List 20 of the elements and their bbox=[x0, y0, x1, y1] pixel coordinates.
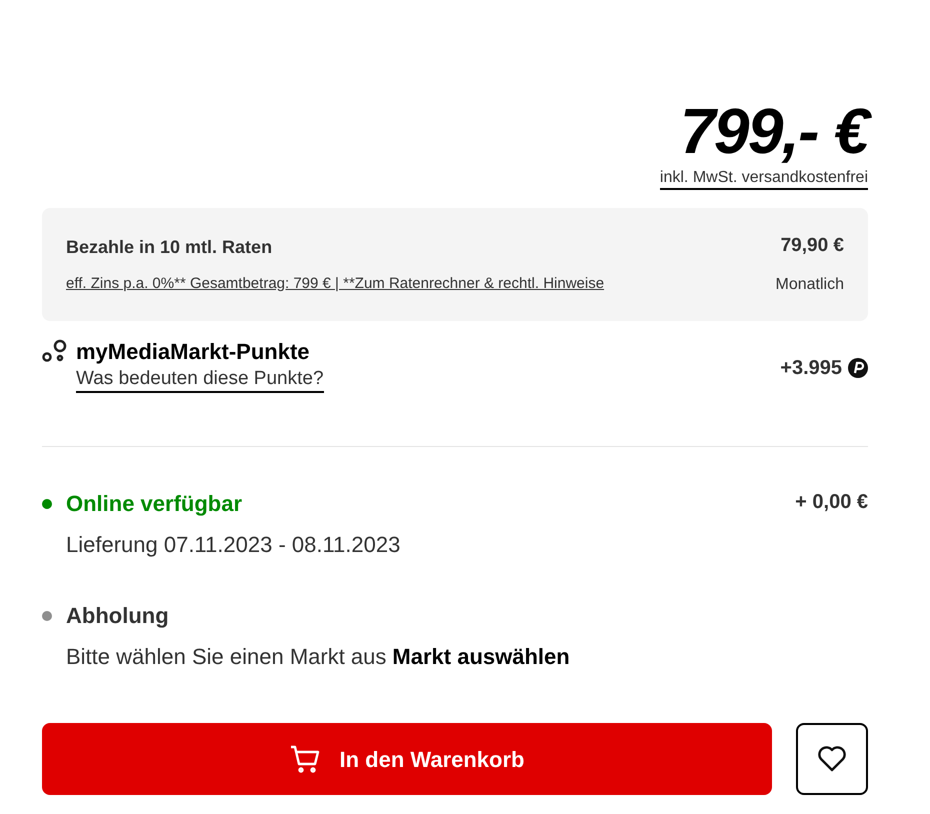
select-store-link[interactable]: Markt auswählen bbox=[392, 640, 570, 673]
installment-details-link[interactable]: eff. Zins p.a. 0%** Gesamtbetrag: 799 € | **Zum Ratenrechner & rechtl. Hinweise bbox=[66, 272, 604, 296]
availability-text: Lieferung 07.11.2023 - 08.11.2023 bbox=[66, 531, 400, 559]
bubbles-icon bbox=[42, 339, 68, 363]
points-value: +3.995 bbox=[780, 356, 842, 381]
wishlist-button[interactable] bbox=[796, 723, 868, 795]
monthly-amount: 79,90 € bbox=[780, 234, 844, 258]
shipping-info-link[interactable]: inkl. MwSt. versandkostenfrei bbox=[660, 168, 868, 190]
add-to-cart-button[interactable]: In den Warenkorb bbox=[42, 723, 772, 795]
monthly-label: Monatlich bbox=[776, 274, 844, 295]
availability-text: Bitte wählen Sie einen Markt aus bbox=[66, 643, 386, 671]
shipping-cost: + 0,00 € bbox=[795, 490, 868, 515]
points-title: myMediaMarkt-Punkte bbox=[76, 338, 311, 366]
cart-icon bbox=[290, 745, 320, 773]
points-icon bbox=[848, 358, 868, 378]
installment-title: Bezahle in 10 mtl. Raten bbox=[66, 236, 274, 259]
heart-icon bbox=[817, 745, 847, 773]
availability-title: Abholung bbox=[66, 602, 169, 630]
availability-title: Online verfügbar bbox=[66, 490, 242, 518]
points-info-link[interactable]: Was bedeuten diese Punkte? bbox=[76, 367, 324, 393]
